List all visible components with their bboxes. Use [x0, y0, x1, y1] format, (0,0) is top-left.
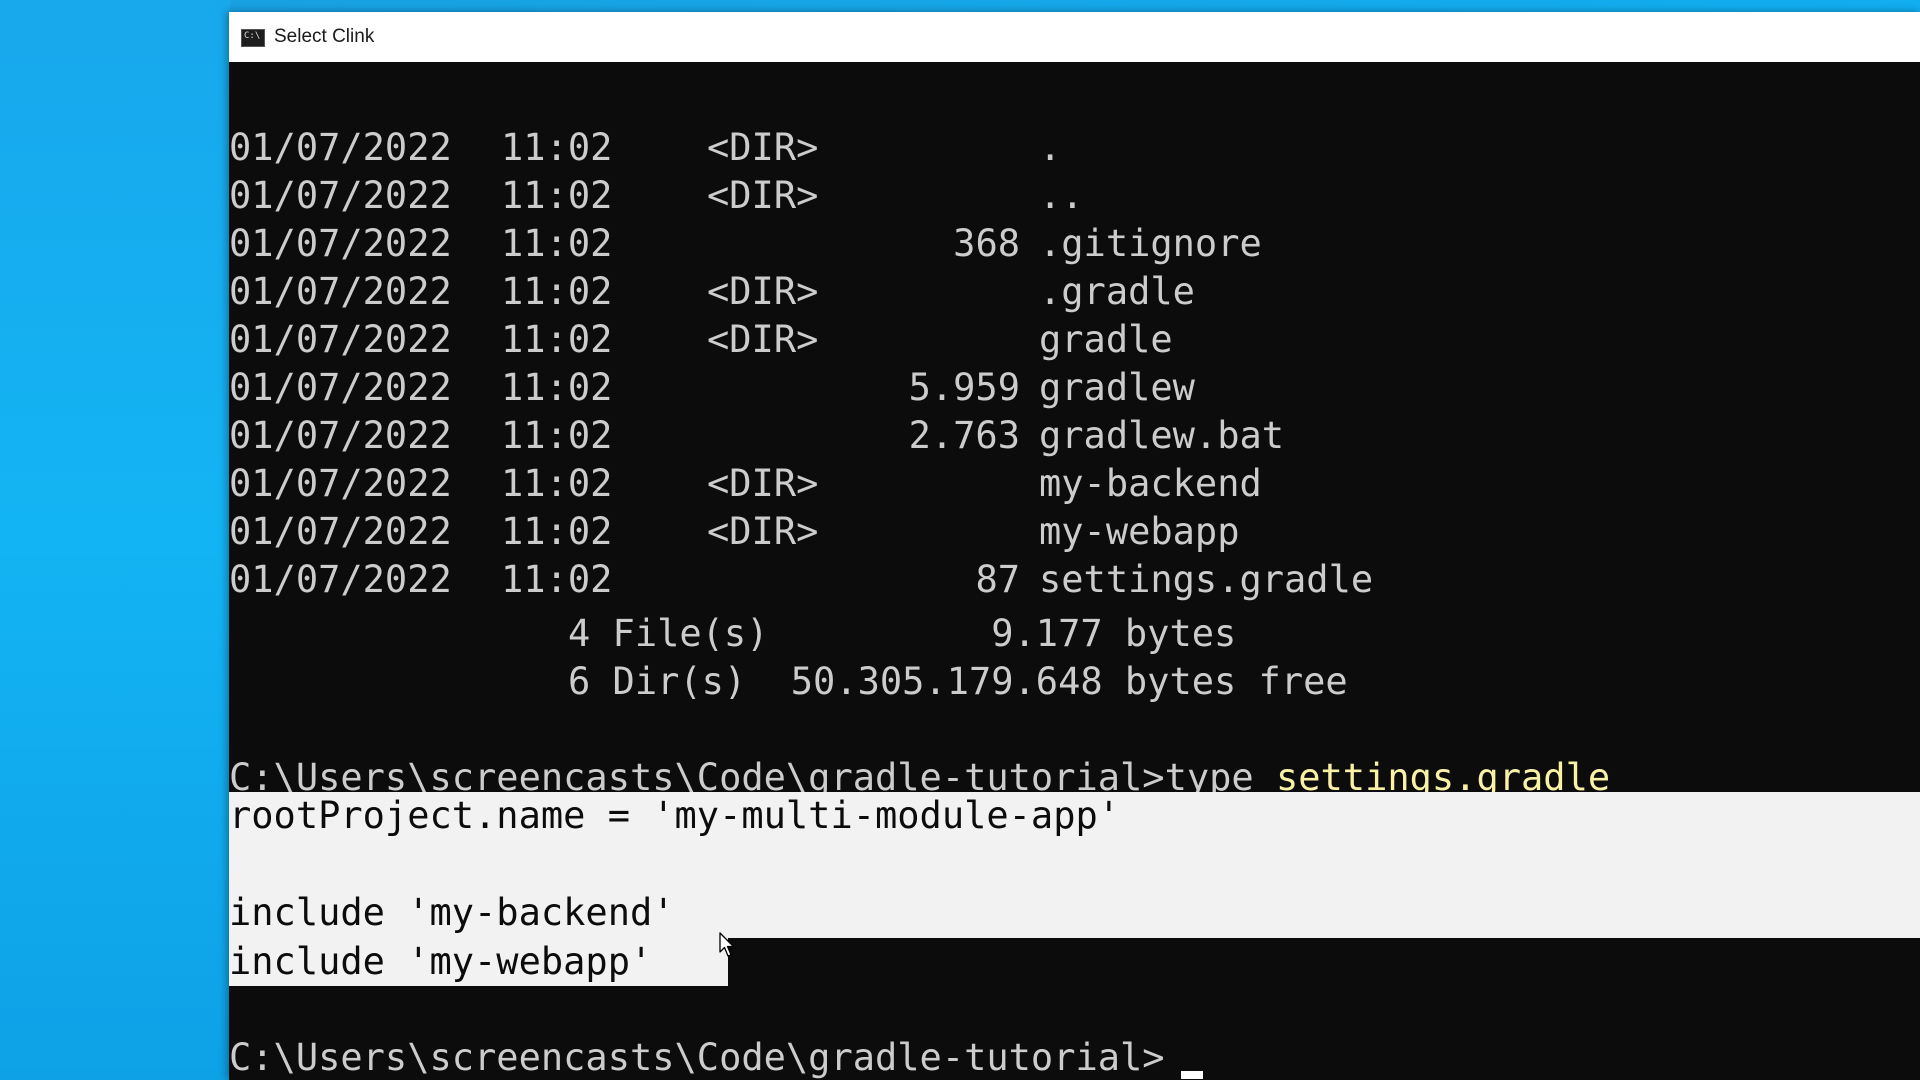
- entry-time: 11:02: [501, 270, 613, 313]
- dirs-summary: 6 Dir(s) 50.305.179.648 bytes free: [568, 660, 1348, 703]
- file-content-line: include 'my-backend': [229, 891, 675, 934]
- entry-size: 2.763: [908, 414, 1020, 457]
- entry-date: 01/07/2022: [229, 366, 452, 409]
- entry-name: .gitignore: [1039, 222, 1262, 265]
- entry-name: .: [1039, 126, 1062, 169]
- title-bar[interactable]: C:\ Select Clink: [229, 12, 1920, 62]
- console-window[interactable]: C:\ Select Clink 01/07/2022 11:02 <DIR>. 01…: [229, 12, 1920, 1080]
- entry-date: 01/07/2022: [229, 462, 452, 505]
- entry-date: 01/07/2022: [229, 318, 452, 361]
- entry-date: 01/07/2022: [229, 558, 452, 601]
- entry-name: gradle: [1039, 318, 1173, 361]
- entry-name: gradlew: [1039, 366, 1195, 409]
- entry-name: settings.gradle: [1039, 558, 1374, 601]
- entry-time: 11:02: [501, 462, 613, 505]
- text-cursor: [1181, 1071, 1203, 1079]
- entry-date: 01/07/2022: [229, 414, 452, 457]
- prompt: C:\Users\screencasts\Code\gradle-tutoria…: [229, 1036, 1165, 1079]
- file-content-line: include 'my-webapp': [229, 940, 653, 983]
- entry-date: 01/07/2022: [229, 510, 452, 553]
- console-app-icon[interactable]: C:\: [241, 29, 265, 47]
- entry-name: ..: [1039, 174, 1084, 217]
- entry-time: 11:02: [501, 222, 613, 265]
- entry-size: 368: [953, 222, 1020, 265]
- entry-name: .gradle: [1039, 270, 1195, 313]
- entry-time: 11:02: [501, 366, 613, 409]
- prompt-line[interactable]: C:\Users\screencasts\Code\gradle-tutoria…: [229, 1034, 1165, 1080]
- entry-size: 87: [975, 558, 1020, 601]
- entry-type: <DIR>: [707, 318, 819, 361]
- file-content-line: rootProject.name = 'my-multi-module-app': [229, 794, 1121, 837]
- entry-time: 11:02: [501, 174, 613, 217]
- entry-type: <DIR>: [707, 174, 819, 217]
- entry-size: 5.959: [908, 366, 1020, 409]
- desktop-background: [0, 0, 230, 1080]
- entry-type: <DIR>: [707, 126, 819, 169]
- entry-time: 11:02: [501, 126, 613, 169]
- mouse-pointer-icon: [719, 932, 735, 957]
- entry-date: 01/07/2022: [229, 174, 452, 217]
- entry-name: my-backend: [1039, 462, 1262, 505]
- files-summary: 4 File(s) 9.177 bytes: [568, 612, 1237, 655]
- entry-date: 01/07/2022: [229, 270, 452, 313]
- entry-type: <DIR>: [707, 510, 819, 553]
- entry-date: 01/07/2022: [229, 126, 452, 169]
- entry-date: 01/07/2022: [229, 222, 452, 265]
- entry-type: <DIR>: [707, 462, 819, 505]
- window-title: Select Clink: [274, 26, 375, 47]
- console-output[interactable]: 01/07/2022 11:02 <DIR>. 01/07/2022 11:02 <DIR…: [229, 62, 1920, 1080]
- entry-name: my-webapp: [1039, 510, 1240, 553]
- entry-time: 11:02: [501, 510, 613, 553]
- entry-time: 11:02: [501, 558, 613, 601]
- entry-name: gradlew.bat: [1039, 414, 1285, 457]
- entry-time: 11:02: [501, 318, 613, 361]
- entry-type: <DIR>: [707, 270, 819, 313]
- entry-time: 11:02: [501, 414, 613, 457]
